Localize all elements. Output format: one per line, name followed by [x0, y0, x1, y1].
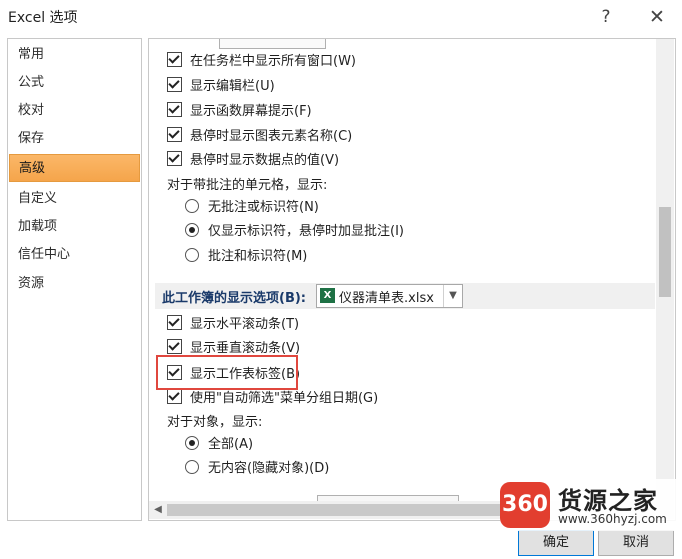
sidebar-item-formulas[interactable]: 公式: [9, 69, 140, 97]
watermark-logo: 360: [500, 482, 550, 528]
help-button[interactable]: ?: [592, 4, 620, 30]
sheet-tabs-option[interactable]: 显示工作表标签(B): [167, 364, 300, 386]
options-sidebar: 常用 公式 校对 保存 高级 自定义 加载项 信任中心 资源: [7, 38, 142, 521]
objects-all-option[interactable]: 全部(A): [185, 434, 253, 456]
window-title: Excel 选项: [8, 10, 78, 26]
chart-element-name-option[interactable]: 悬停时显示图表元素名称(C): [167, 126, 352, 148]
checkbox-checked-icon[interactable]: [167, 102, 182, 117]
option-label: 显示水平滚动条(T): [190, 317, 300, 332]
option-label: 显示垂直滚动条(V): [190, 341, 301, 356]
options-scroll-area: 在任务栏中显示所有窗口(W) 显示编辑栏(U) 显示函数屏幕提示(F) 悬停时显…: [149, 39, 655, 501]
option-label: 显示函数屏幕提示(F): [190, 104, 312, 119]
radio-icon[interactable]: [185, 248, 199, 262]
workbook-section-title: 此工作簿的显示选项(B):: [162, 291, 306, 306]
sidebar-item-general[interactable]: 常用: [9, 41, 140, 69]
option-label: 无内容(隐藏对象)(D): [208, 461, 330, 476]
horizontal-scroll-thumb[interactable]: [167, 504, 507, 516]
cut-off-dropdown[interactable]: [219, 39, 326, 49]
vertical-scrollbar[interactable]: [656, 39, 674, 501]
comment-none-option[interactable]: 无批注或标识符(N): [185, 197, 319, 219]
option-label: 使用"自动筛选"菜单分组日期(G): [190, 391, 379, 406]
checkbox-checked-icon[interactable]: [167, 52, 182, 67]
workbook-select-value: 仪器清单表.xlsx: [339, 291, 434, 306]
sidebar-item-proofing[interactable]: 校对: [9, 97, 140, 125]
radio-icon[interactable]: [185, 460, 199, 474]
sidebar-item-advanced[interactable]: 高级: [9, 154, 140, 182]
watermark-url: www.360hyzj.com: [558, 512, 667, 526]
comment-indicator-option[interactable]: 仅显示标识符，悬停时加显批注(I): [185, 221, 404, 243]
taskbar-windows-option[interactable]: 在任务栏中显示所有窗口(W): [167, 51, 356, 73]
workbook-section-header: 此工作簿的显示选项(B): X 仪器清单表.xlsx ▼: [155, 283, 655, 309]
sidebar-item-trust-center[interactable]: 信任中心: [9, 241, 140, 269]
option-label: 悬停时显示数据点的值(V): [190, 153, 340, 168]
checkbox-checked-icon[interactable]: [167, 339, 182, 354]
radio-selected-icon[interactable]: [185, 436, 199, 450]
checkbox-checked-icon[interactable]: [167, 389, 182, 404]
vertical-scroll-thumb[interactable]: [659, 207, 671, 297]
ok-button[interactable]: 确定: [518, 530, 594, 556]
option-label: 在任务栏中显示所有窗口(W): [190, 54, 356, 69]
radio-selected-icon[interactable]: [185, 223, 199, 237]
option-label: 全部(A): [208, 437, 254, 452]
option-label: 无批注或标识符(N): [208, 200, 319, 215]
vscroll-option[interactable]: 显示垂直滚动条(V): [167, 338, 300, 360]
option-label: 批注和标识符(M): [208, 249, 308, 264]
objects-display-label: 对于对象，显示:: [167, 415, 263, 430]
formula-bar-option[interactable]: 显示编辑栏(U): [167, 76, 275, 98]
option-label: 悬停时显示图表元素名称(C): [190, 129, 353, 144]
option-label: 显示编辑栏(U): [190, 79, 275, 94]
objects-none-option[interactable]: 无内容(隐藏对象)(D): [185, 458, 329, 480]
checkbox-checked-icon[interactable]: [167, 151, 182, 166]
workbook-select[interactable]: X 仪器清单表.xlsx ▼: [316, 284, 463, 308]
scroll-left-icon[interactable]: ◀: [150, 502, 166, 518]
cancel-button[interactable]: 取消: [598, 530, 674, 556]
checkbox-checked-icon[interactable]: [167, 127, 182, 142]
option-label: 仅显示标识符，悬停时加显批注(I): [208, 224, 404, 239]
watermark-name: 货源之家: [558, 487, 658, 515]
excel-file-icon: X: [320, 288, 335, 303]
function-tips-option[interactable]: 显示函数屏幕提示(F): [167, 101, 312, 123]
radio-icon[interactable]: [185, 199, 199, 213]
options-content: 在任务栏中显示所有窗口(W) 显示编辑栏(U) 显示函数屏幕提示(F) 悬停时显…: [148, 38, 676, 521]
data-point-value-option[interactable]: 悬停时显示数据点的值(V): [167, 150, 339, 172]
sidebar-item-resources[interactable]: 资源: [9, 270, 140, 298]
option-label: 显示工作表标签(B): [190, 367, 301, 382]
comment-display-label: 对于带批注的单元格，显示:: [167, 178, 328, 193]
chevron-down-icon[interactable]: ▼: [443, 285, 462, 307]
checkbox-checked-icon[interactable]: [167, 315, 182, 330]
checkbox-checked-icon[interactable]: [167, 365, 182, 380]
title-bar: Excel 选项 ? ✕: [0, 0, 682, 34]
comment-both-option[interactable]: 批注和标识符(M): [185, 246, 307, 268]
hscroll-option[interactable]: 显示水平滚动条(T): [167, 314, 299, 336]
group-dates-option[interactable]: 使用"自动筛选"菜单分组日期(G): [167, 388, 378, 410]
watermark: 360 货源之家 www.360hyzj.com: [500, 479, 682, 531]
checkbox-checked-icon[interactable]: [167, 77, 182, 92]
sidebar-item-customize[interactable]: 自定义: [9, 185, 140, 213]
sidebar-item-addins[interactable]: 加载项: [9, 213, 140, 241]
close-button[interactable]: ✕: [643, 4, 671, 30]
sidebar-item-save[interactable]: 保存: [9, 125, 140, 153]
